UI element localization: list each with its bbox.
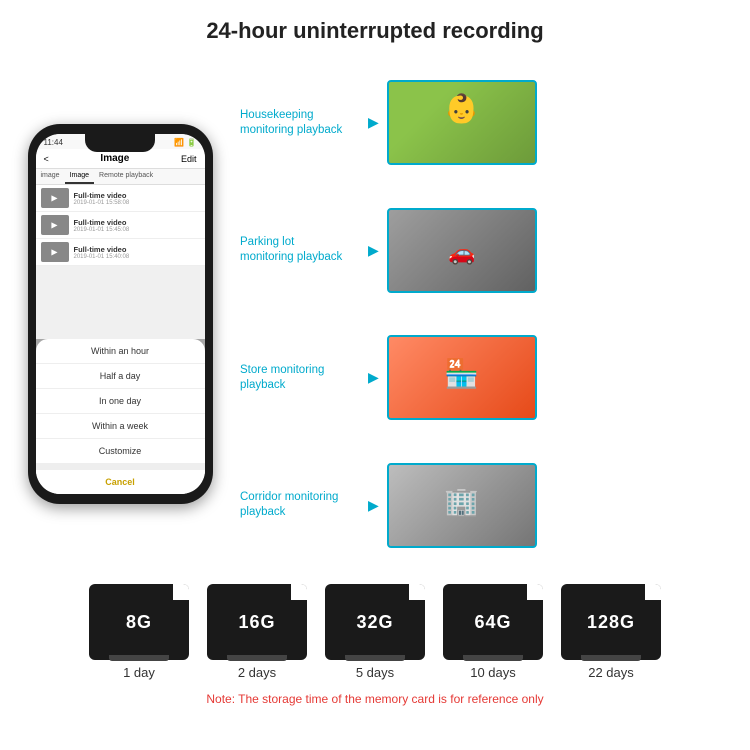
phone-outer: 11:44 📶 🔋 < Image Edit image Image Remot… [28,124,213,504]
tab-image-active[interactable]: Image [65,169,94,184]
video-item-1: Full-time video 2019-01-01 15:58:08 [36,185,205,212]
monitoring-label-3: Corridor monitoringplayback [240,490,360,520]
video-item-2: Full-time video 2019-01-01 15:45:08 [36,212,205,239]
video-date-1: 2019-01-01 15:58:08 [74,200,130,206]
sdcard-2: 32G [325,584,425,660]
monitoring-row-1: Parking lotmonitoring playback ▶ [240,208,740,293]
monitoring-label-1: Parking lotmonitoring playback [240,235,360,265]
video-date-2: 2019-01-01 15:45:08 [74,227,130,233]
arrow-icon-0: ▶ [368,114,379,131]
sdcard-notch-3 [463,655,523,661]
sdcard-label-4: 128G [587,612,635,633]
sdcard-item-1: 16G 2 days [207,584,307,680]
sdcard-label-1: 16G [238,612,275,633]
sdcard-days-1: 2 days [238,665,276,680]
sdcard-days-4: 22 days [588,665,634,680]
sdcard-label-2: 32G [356,612,393,633]
monitoring-label-2: Store monitoringplayback [240,363,360,393]
sdcard-days-2: 5 days [356,665,394,680]
video-info-2: Full-time video 2019-01-01 15:45:08 [74,218,130,233]
sdcard-row: 8G 1 day 16G 2 days 32G 5 days 64G [89,584,661,680]
video-info-3: Full-time video 2019-01-01 15:40:08 [74,245,130,260]
dropdown-overlay: Within an hour Half a day In one day Wit… [36,339,205,494]
monitoring-img-1 [387,208,537,293]
phone-edit-button[interactable]: Edit [181,154,197,164]
dropdown-item-0[interactable]: Within an hour [36,339,205,364]
phone-time: 11:44 [44,138,63,147]
dropdown-item-2[interactable]: In one day [36,389,205,414]
tab-image[interactable]: image [36,169,65,184]
monitoring-section: Housekeepingmonitoring playback ▶ Parkin… [240,54,740,574]
sdcard-section: 8G 1 day 16G 2 days 32G 5 days 64G [0,574,750,711]
monitoring-row-2: Store monitoringplayback ▶ [240,335,740,420]
phone-nav-title: Image [100,153,129,164]
video-name-3: Full-time video [74,245,130,254]
sdcard-notch-2 [345,655,405,661]
phone-nav-bar: < Image Edit [36,149,205,169]
video-thumb-3 [41,242,69,262]
dropdown-cancel-button[interactable]: Cancel [36,464,205,494]
dropdown-item-3[interactable]: Within a week [36,414,205,439]
sdcard-notch-0 [109,655,169,661]
arrow-icon-1: ▶ [368,242,379,259]
video-thumb-2 [41,215,69,235]
sdcard-3: 64G [443,584,543,660]
monitoring-img-2 [387,335,537,420]
video-name-1: Full-time video [74,191,130,200]
dropdown-item-1[interactable]: Half a day [36,364,205,389]
phone-tabs: image Image Remote playback [36,169,205,185]
monitoring-img-3 [387,463,537,548]
video-name-2: Full-time video [74,218,130,227]
sdcard-0: 8G [89,584,189,660]
video-item-3: Full-time video 2019-01-01 15:40:08 [36,239,205,266]
monitoring-row-0: Housekeepingmonitoring playback ▶ [240,80,740,165]
sdcard-item-2: 32G 5 days [325,584,425,680]
sdcard-label-3: 64G [474,612,511,633]
monitoring-img-0 [387,80,537,165]
phone-notch [85,134,155,152]
sdcard-item-0: 8G 1 day [89,584,189,680]
sdcard-4: 128G [561,584,661,660]
dropdown-menu: Within an hour Half a day In one day Wit… [36,339,205,494]
sdcard-notch-4 [581,655,641,661]
arrow-icon-3: ▶ [368,497,379,514]
video-info-1: Full-time video 2019-01-01 15:58:08 [74,191,130,206]
phone-back-button[interactable]: < [44,154,49,164]
phone-screen: 11:44 📶 🔋 < Image Edit image Image Remot… [36,134,205,494]
sdcard-item-3: 64G 10 days [443,584,543,680]
dropdown-item-4[interactable]: Customize [36,439,205,464]
sdcard-1: 16G [207,584,307,660]
arrow-icon-2: ▶ [368,369,379,386]
phone-icons: 📶 🔋 [174,138,196,147]
sdcard-notch-1 [227,655,287,661]
monitoring-label-0: Housekeepingmonitoring playback [240,108,360,138]
video-date-3: 2019-01-01 15:40:08 [74,254,130,260]
note-text: Note: The storage time of the memory car… [206,692,543,706]
tab-remote-playback[interactable]: Remote playback [94,169,158,184]
sdcard-days-3: 10 days [470,665,516,680]
video-thumb-1 [41,188,69,208]
sdcard-item-4: 128G 22 days [561,584,661,680]
phone-mockup: 11:44 📶 🔋 < Image Edit image Image Remot… [10,54,230,574]
sdcard-label-0: 8G [126,612,152,633]
sdcard-days-0: 1 day [123,665,155,680]
monitoring-row-3: Corridor monitoringplayback ▶ [240,463,740,548]
main-content: 11:44 📶 🔋 < Image Edit image Image Remot… [0,54,750,574]
page-title: 24-hour uninterrupted recording [0,0,750,54]
